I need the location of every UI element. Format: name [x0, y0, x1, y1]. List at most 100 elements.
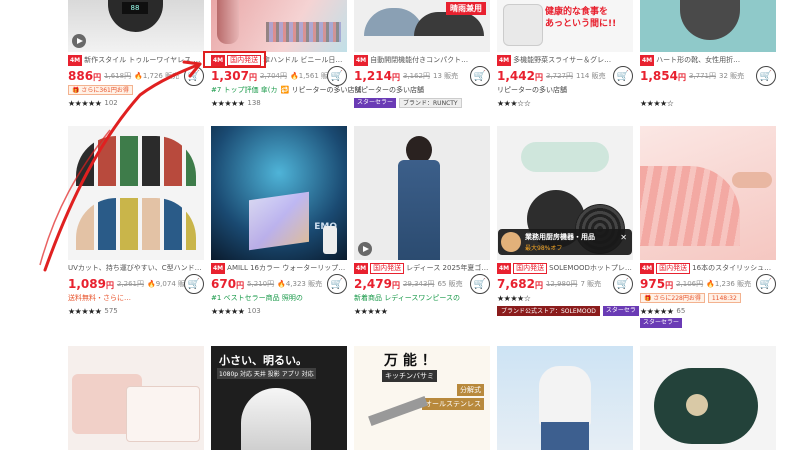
product-image[interactable]: 小さい、明るい。 1080p 対応 天井 投影 アプリ 対応	[211, 346, 347, 450]
rating-stars: ★★★★★	[211, 98, 245, 108]
sale-tag: 4M	[354, 54, 369, 66]
old-price: 2,704円	[259, 72, 288, 80]
product-image[interactable]: 万 能 ！ キッチンバサミ 分解式 オールステンレス	[354, 346, 490, 450]
rating-stars: ★★★★★	[211, 306, 245, 316]
cart-icon[interactable]: 🛒	[327, 274, 347, 294]
sale-tag: 4M	[640, 262, 655, 274]
ad-specs: 1080p 対応 天井 投影 アプリ 対応	[217, 368, 316, 379]
rating-stars: ★★★★★	[68, 98, 102, 108]
ranking-label: #7 トップ評価 傘(カ	[211, 86, 278, 94]
price: 1,089円	[68, 277, 114, 291]
cart-icon[interactable]: 🛒	[470, 274, 490, 294]
cart-icon[interactable]: 🛒	[756, 66, 776, 86]
product-title[interactable]: 16本のスタイリッシュな手動傘、歯がったれ…	[692, 263, 776, 273]
sold-count: 🔥1,236 販売	[706, 280, 752, 288]
product-image[interactable]	[211, 0, 347, 52]
star-seller-badge: スターセラー	[640, 318, 683, 328]
sale-tag: 4M	[211, 262, 226, 274]
product-title[interactable]: 新作スタイル トゥルーワイヤレス オンイヤー…	[84, 55, 204, 65]
product-title[interactable]: UVカット、持ち運びやすい、C型ハンドル傘、2段…	[68, 263, 204, 273]
product-image[interactable]	[68, 346, 204, 450]
product-image[interactable]	[640, 346, 776, 450]
product-title[interactable]: 自動開閉機能付きコンパクト…	[370, 55, 490, 65]
cart-icon[interactable]: 🛒	[613, 274, 633, 294]
coupon-badge: 🎁 さらに228円お得	[640, 293, 705, 303]
product-image[interactable]	[640, 126, 776, 260]
product-title[interactable]: ハート形の靴、女性用折…	[656, 55, 776, 65]
badge-rain-sun: 晴雨兼用	[446, 2, 486, 15]
highlight-box	[203, 51, 266, 68]
sale-tag: 4M	[354, 262, 369, 274]
sold-count: 65 販売	[437, 280, 463, 288]
product-image[interactable]	[497, 346, 633, 450]
sold-count: 114 販売	[576, 72, 606, 80]
brand-badge: ブランド：RUNCTY	[399, 98, 462, 108]
sale-tag: 4M	[640, 54, 655, 66]
category-popup[interactable]: 業務用厨房機器・用品 最大98%オフ ✕	[498, 229, 632, 255]
sold-count: 32 販売	[719, 72, 745, 80]
product-image[interactable]: 晴雨兼用	[354, 0, 490, 52]
product-image[interactable]: EMO	[211, 126, 347, 260]
cart-icon[interactable]: 🛒	[470, 66, 490, 86]
product-image[interactable]	[354, 126, 490, 260]
old-price: 3,771円	[688, 72, 717, 80]
price: 7,682円	[497, 277, 543, 291]
product-title[interactable]: AMILL 16カラー ウォーターリップル USBライ…	[227, 263, 347, 273]
price: 1,307円	[211, 69, 257, 83]
price: 975円	[640, 277, 674, 291]
cart-icon[interactable]: 🛒	[756, 274, 776, 294]
price: 1,442円	[497, 69, 543, 83]
brand-store-badge: ブランド公式ストア：SOLEMOOD	[497, 306, 600, 316]
video-play-icon[interactable]	[72, 34, 86, 48]
product-title[interactable]: レディース 2025年夏ゴムドレ…	[406, 263, 490, 273]
ranking-label: #1 ベストセラー商品 照明の	[211, 294, 303, 302]
sold-count: 13 販売	[433, 72, 459, 80]
price: 670円	[211, 277, 245, 291]
repeat-customer-label: リピーターの多い店舗	[354, 86, 424, 94]
rating-stars: ★★★★☆	[497, 293, 531, 303]
sold-count: 7 販売	[580, 280, 602, 288]
old-price: 29,343円	[402, 280, 435, 288]
old-price: 1,618円	[104, 72, 132, 80]
product-title[interactable]: 傘ハンドル ビニール日よけ…	[263, 55, 347, 65]
old-price: 3,162円	[402, 72, 431, 80]
product-image[interactable]	[68, 126, 204, 260]
cart-icon[interactable]: 🛒	[184, 66, 204, 86]
review-count: 102	[104, 99, 118, 107]
sold-count: 🔥4,323 販売	[277, 280, 323, 288]
ad-headline: 万 能 ！	[384, 353, 436, 369]
review-count: 575	[104, 307, 118, 315]
ad-headline: 小さい、明るい。	[219, 354, 307, 367]
sold-count: 🔥1,726 販売	[134, 72, 180, 80]
price: 1,214円	[354, 69, 400, 83]
review-count: 103	[247, 307, 261, 315]
product-title[interactable]: 多機能野菜スライサー＆グレ…	[513, 55, 633, 65]
price: 2,479円	[354, 277, 400, 291]
feature-badge: 分解式	[457, 384, 484, 396]
product-title[interactable]: SOLEMOODホットプレート…	[549, 263, 633, 273]
popup-subtitle: 最大98%オフ	[525, 245, 563, 252]
sale-tag: 4M	[497, 262, 512, 274]
video-play-icon[interactable]	[358, 242, 372, 256]
star-seller-badge: スターセラー	[354, 98, 397, 108]
review-count: 65	[676, 307, 686, 315]
cart-icon[interactable]: 🛒	[613, 66, 633, 86]
domestic-shipping-tag: 国内発送	[656, 262, 691, 274]
product-image[interactable]: 健康的な食事を あっという間に!!	[497, 0, 633, 52]
feature-badge: オールステンレス	[422, 398, 484, 410]
product-image[interactable]: 88	[68, 0, 204, 52]
coupon-badge: 🎁 さらに361円お得	[68, 85, 133, 95]
close-icon[interactable]: ✕	[620, 233, 627, 242]
cart-icon[interactable]: 🛒	[184, 274, 204, 294]
rating-stars: ★★★★★	[354, 306, 388, 316]
old-price: 2,106円	[676, 280, 704, 288]
rating-stars: ★★★★☆	[640, 98, 674, 108]
domestic-shipping-tag: 国内発送	[370, 262, 405, 274]
price: 1,854円	[640, 69, 686, 83]
cart-icon[interactable]: 🛒	[327, 66, 347, 86]
product-image[interactable]	[640, 0, 776, 52]
price: 886円	[68, 69, 102, 83]
promo-label: 送料無料・さらに…	[68, 294, 131, 302]
review-count: 138	[247, 99, 261, 107]
old-price: 5,210円	[247, 280, 275, 288]
